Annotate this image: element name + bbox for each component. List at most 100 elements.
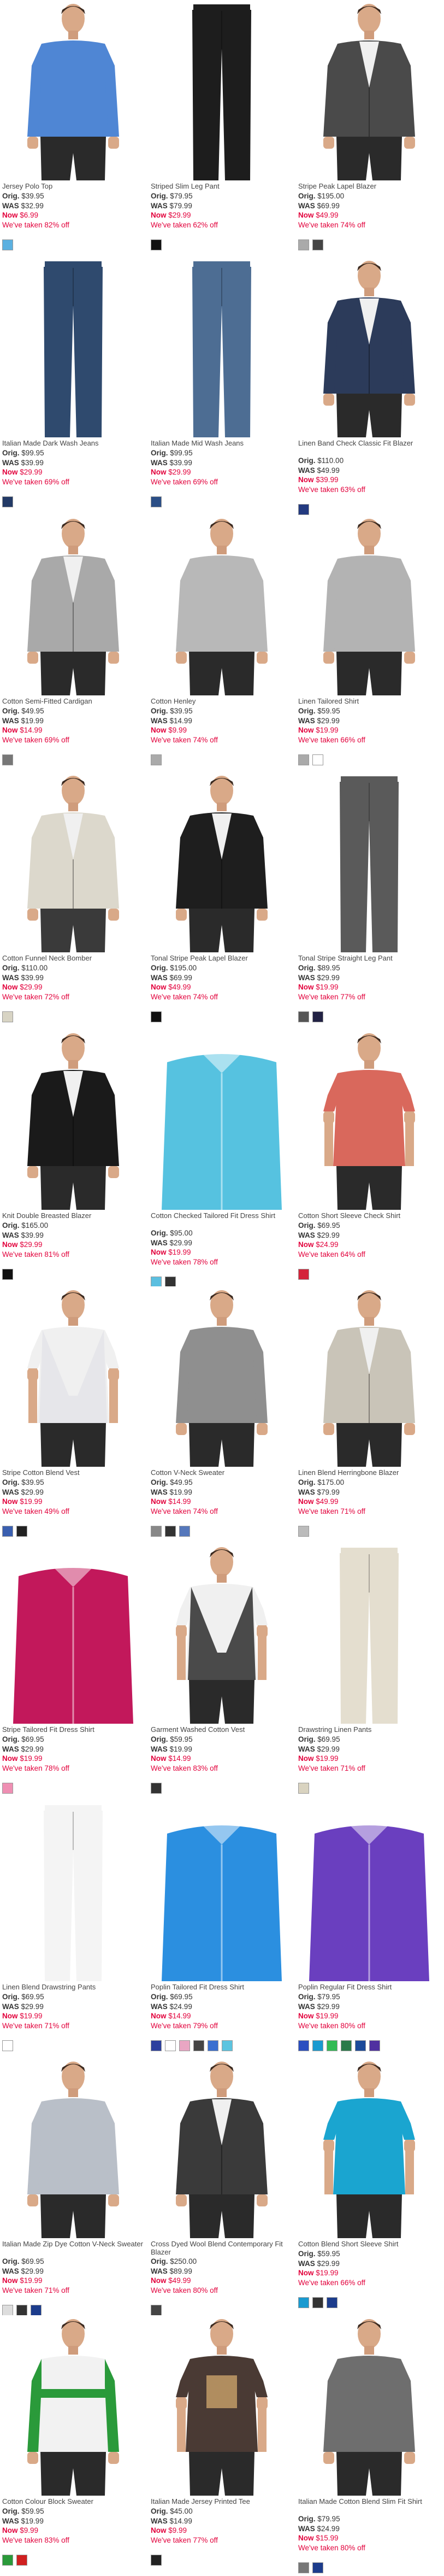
product-card[interactable]: Italian Made Dark Wash Jeans Orig. $99.9…	[0, 257, 146, 514]
colour-swatch[interactable]	[2, 2305, 13, 2316]
product-image[interactable]	[0, 2315, 146, 2496]
product-card[interactable]: Knit Double Breasted Blazer Orig. $165.0…	[0, 1029, 146, 1286]
product-card[interactable]: Linen Tailored Shirt Orig. $59.95 WAS $2…	[296, 515, 442, 772]
colour-swatch[interactable]	[2, 2040, 13, 2051]
colour-swatch[interactable]	[193, 2040, 204, 2051]
product-name[interactable]: Drawstring Linen Pants	[298, 1725, 441, 1734]
product-image[interactable]	[296, 2315, 442, 2496]
product-image[interactable]	[296, 515, 442, 695]
product-image[interactable]	[0, 515, 146, 695]
product-card[interactable]: Stripe Tailored Fit Dress Shirt Orig. $6…	[0, 1543, 146, 1800]
colour-swatch[interactable]	[222, 2040, 233, 2051]
colour-swatch[interactable]	[298, 1783, 309, 1794]
product-name[interactable]: Italian Made Jersey Printed Tee	[151, 2497, 294, 2505]
product-name[interactable]: Striped Slim Leg Pant	[151, 182, 294, 190]
product-name[interactable]: Linen Blend Drawstring Pants	[2, 1983, 145, 1991]
product-image[interactable]	[149, 0, 295, 180]
product-name[interactable]: Cotton Checked Tailored Fit Dress Shirt	[151, 1211, 294, 1220]
colour-swatch[interactable]	[179, 1526, 190, 1537]
product-card[interactable]: Stripe Peak Lapel Blazer Orig. $195.00 W…	[296, 0, 442, 257]
product-image[interactable]	[149, 1286, 295, 1467]
colour-swatch[interactable]	[165, 1277, 176, 1287]
colour-swatch[interactable]	[2, 1783, 13, 1794]
colour-swatch[interactable]	[312, 1011, 323, 1022]
product-image[interactable]	[0, 2058, 146, 2238]
colour-swatch[interactable]	[327, 2040, 338, 2051]
product-card[interactable]: Cotton Blend Short Sleeve Shirt Orig. $5…	[296, 2058, 442, 2315]
product-image[interactable]	[149, 2058, 295, 2238]
colour-swatch[interactable]	[355, 2040, 366, 2051]
colour-swatch[interactable]	[298, 2040, 309, 2051]
product-name[interactable]: Tonal Stripe Straight Leg Pant	[298, 954, 441, 962]
product-name[interactable]: Stripe Peak Lapel Blazer	[298, 182, 441, 190]
colour-swatch[interactable]	[151, 1783, 162, 1794]
product-image[interactable]	[0, 0, 146, 180]
colour-swatch[interactable]	[31, 2305, 42, 2316]
colour-swatch[interactable]	[298, 1526, 309, 1537]
product-name[interactable]: Jersey Polo Top	[2, 182, 145, 190]
product-card[interactable]: Linen Blend Herringbone Blazer Orig. $17…	[296, 1286, 442, 1543]
colour-swatch[interactable]	[151, 496, 162, 507]
colour-swatch[interactable]	[16, 2555, 27, 2566]
product-image[interactable]	[0, 1801, 146, 1981]
product-image[interactable]	[149, 515, 295, 695]
product-name[interactable]: Cotton Short Sleeve Check Shirt	[298, 1211, 441, 1220]
colour-swatch[interactable]	[2, 1011, 13, 1022]
product-image[interactable]	[296, 772, 442, 952]
colour-swatch[interactable]	[2, 496, 13, 507]
colour-swatch[interactable]	[151, 1526, 162, 1537]
product-card[interactable]: Cotton Semi-Fitted Cardigan Orig. $49.95…	[0, 515, 146, 772]
product-name[interactable]: Stripe Cotton Blend Vest	[2, 1468, 145, 1477]
colour-swatch[interactable]	[312, 754, 323, 765]
product-card[interactable]: Tonal Stripe Peak Lapel Blazer Orig. $19…	[149, 772, 295, 1029]
product-card[interactable]: Tonal Stripe Straight Leg Pant Orig. $89…	[296, 772, 442, 1029]
product-name[interactable]: Cross Dyed Wool Blend Contemporary Fit B…	[151, 2240, 294, 2256]
product-image[interactable]	[149, 772, 295, 952]
product-name[interactable]: Cotton V-Neck Sweater	[151, 1468, 294, 1477]
product-image[interactable]	[0, 1543, 146, 1724]
product-image[interactable]	[149, 257, 295, 437]
product-card[interactable]: Cotton Colour Block Sweater Orig. $59.95…	[0, 2315, 146, 2572]
colour-swatch[interactable]	[369, 2040, 380, 2051]
product-name[interactable]: Knit Double Breasted Blazer	[2, 1211, 145, 1220]
product-card[interactable]: Cross Dyed Wool Blend Contemporary Fit B…	[149, 2058, 295, 2316]
product-image[interactable]	[296, 257, 442, 437]
colour-swatch[interactable]	[151, 2040, 162, 2051]
product-name[interactable]: Cotton Henley	[151, 697, 294, 705]
product-name[interactable]: Poplin Tailored Fit Dress Shirt	[151, 1983, 294, 1991]
colour-swatch[interactable]	[151, 1011, 162, 1022]
colour-swatch[interactable]	[312, 2562, 323, 2573]
product-card[interactable]: Garment Washed Cotton Vest Orig. $59.95 …	[149, 1543, 295, 1800]
product-card[interactable]: Cotton Funnel Neck Bomber Orig. $110.00 …	[0, 772, 146, 1029]
colour-swatch[interactable]	[341, 2040, 352, 2051]
product-card[interactable]: Stripe Cotton Blend Vest Orig. $39.95 WA…	[0, 1286, 146, 1543]
product-name[interactable]: Italian Made Cotton Blend Slim Fit Shirt	[298, 2497, 441, 2505]
product-image[interactable]	[149, 1801, 295, 1981]
colour-swatch[interactable]	[312, 2040, 323, 2051]
colour-swatch[interactable]	[165, 1526, 176, 1537]
product-card[interactable]: Jersey Polo Top Orig. $39.95 WAS $32.99 …	[0, 0, 146, 257]
product-name[interactable]: Linen Blend Herringbone Blazer	[298, 1468, 441, 1477]
product-name[interactable]: Cotton Colour Block Sweater	[2, 2497, 145, 2505]
product-image[interactable]	[149, 1029, 295, 1210]
product-image[interactable]	[296, 1543, 442, 1724]
product-card[interactable]: Linen Band Check Classic Fit Blazer Orig…	[296, 257, 442, 515]
colour-swatch[interactable]	[312, 239, 323, 250]
product-card[interactable]: Cotton Henley Orig. $39.95 WAS $14.99 No…	[149, 515, 295, 772]
product-name[interactable]: Cotton Blend Short Sleeve Shirt	[298, 2240, 441, 2248]
product-name[interactable]: Cotton Funnel Neck Bomber	[2, 954, 145, 962]
colour-swatch[interactable]	[298, 2562, 309, 2573]
product-card[interactable]: Linen Blend Drawstring Pants Orig. $69.9…	[0, 1801, 146, 2058]
product-card[interactable]: Italian Made Mid Wash Jeans Orig. $99.95…	[149, 257, 295, 514]
product-name[interactable]: Italian Made Mid Wash Jeans	[151, 439, 294, 447]
colour-swatch[interactable]	[16, 1526, 27, 1537]
product-card[interactable]: Cotton Checked Tailored Fit Dress Shirt …	[149, 1029, 295, 1287]
colour-swatch[interactable]	[2, 1269, 13, 1280]
colour-swatch[interactable]	[151, 754, 162, 765]
product-card[interactable]: Striped Slim Leg Pant Orig. $79.95 WAS $…	[149, 0, 295, 257]
colour-swatch[interactable]	[2, 2555, 13, 2566]
product-card[interactable]: Poplin Regular Fit Dress Shirt Orig. $79…	[296, 1801, 442, 2058]
product-card[interactable]: Italian Made Zip Dye Cotton V-Neck Sweat…	[0, 2058, 146, 2316]
colour-swatch[interactable]	[151, 2555, 162, 2566]
colour-swatch[interactable]	[165, 2040, 176, 2051]
